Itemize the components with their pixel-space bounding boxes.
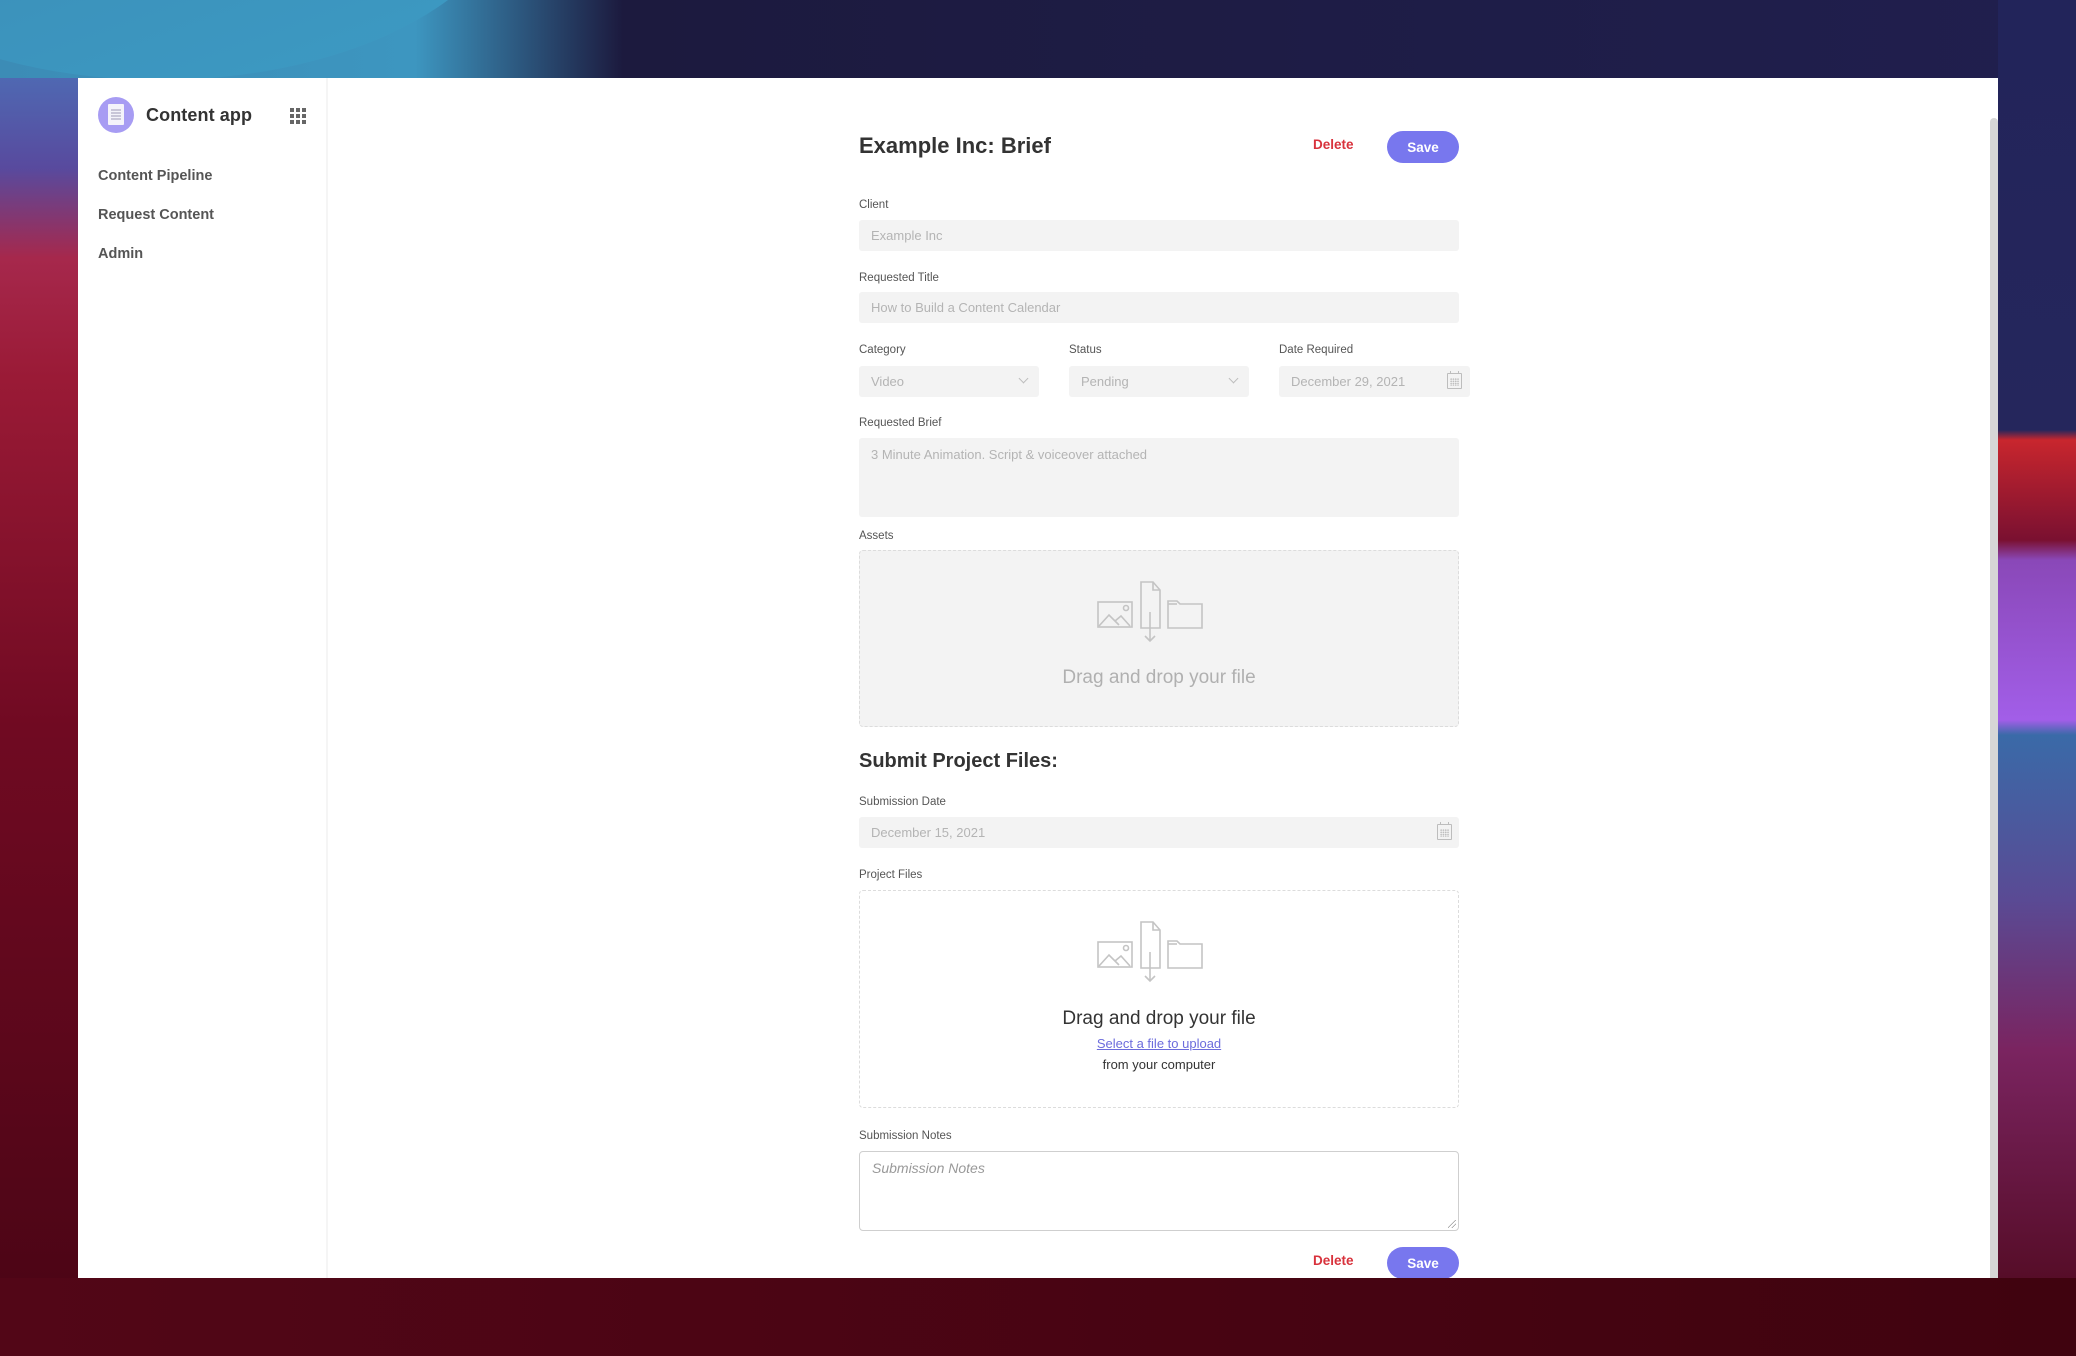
date-required-field[interactable]: December 29, 2021 (1279, 366, 1470, 397)
status-value: Pending (1081, 374, 1129, 389)
desktop-wallpaper-bottom (0, 1278, 2076, 1356)
form-footer: Delete Save (859, 1247, 1459, 1278)
grid-icon[interactable] (290, 108, 306, 124)
chevron-down-icon (1228, 373, 1239, 384)
submission-notes-textarea[interactable]: Submission Notes (859, 1151, 1459, 1231)
calendar-icon[interactable] (1447, 371, 1462, 389)
assets-dropzone[interactable]: Drag and drop your file (859, 550, 1459, 727)
project-files-subtext: from your computer (1102, 1057, 1216, 1072)
status-select[interactable]: Pending (1069, 366, 1249, 397)
assets-label: Assets (859, 530, 894, 542)
submission-notes-placeholder: Submission Notes (872, 1160, 985, 1176)
client-field[interactable]: Example Inc (859, 220, 1459, 251)
chevron-down-icon (1018, 373, 1029, 384)
date-required-label: Date Required (1279, 344, 1354, 356)
app-window: Content app Content Pipeline Request Con… (78, 78, 1998, 1278)
requested-title-label: Requested Title (859, 272, 939, 284)
project-files-dropzone[interactable]: Drag and drop your file Select a file to… (859, 890, 1459, 1108)
project-files-drop-text: Drag and drop your file (1062, 1008, 1256, 1029)
sidebar: Content app Content Pipeline Request Con… (78, 78, 328, 1278)
requested-title-field[interactable]: How to Build a Content Calendar (859, 292, 1459, 323)
sidebar-nav: Content Pipeline Request Content Admin (98, 166, 214, 283)
delete-button[interactable]: Delete (1313, 137, 1354, 152)
submission-date-field[interactable]: December 15, 2021 (859, 817, 1459, 848)
date-required-value: December 29, 2021 (1291, 374, 1406, 389)
footer-delete-button[interactable]: Delete (1313, 1253, 1354, 1268)
sidebar-item-admin[interactable]: Admin (98, 244, 214, 283)
calendar-icon[interactable] (1437, 822, 1452, 840)
status-label: Status (1069, 344, 1102, 356)
client-value: Example Inc (871, 228, 943, 243)
save-button[interactable]: Save (1387, 131, 1459, 163)
project-files-label: Project Files (859, 869, 923, 881)
scrollbar[interactable] (1990, 118, 1998, 1278)
requested-brief-field[interactable]: 3 Minute Animation. Script & voiceover a… (859, 438, 1459, 517)
client-label: Client (859, 199, 889, 211)
app-name: Content app (146, 104, 253, 125)
requested-brief-value: 3 Minute Animation. Script & voiceover a… (871, 447, 1148, 462)
desktop-wallpaper-left (0, 78, 78, 1278)
assets-drop-text: Drag and drop your file (1062, 667, 1256, 688)
submission-date-value: December 15, 2021 (871, 825, 986, 840)
submission-date-label: Submission Date (859, 796, 946, 808)
select-file-link[interactable]: Select a file to upload (860, 1036, 1458, 1051)
document-icon (98, 97, 134, 133)
sidebar-item-content-pipeline[interactable]: Content Pipeline (98, 166, 214, 205)
requested-title-value: How to Build a Content Calendar (871, 300, 1061, 315)
page-title: Example Inc: Brief (859, 133, 1051, 158)
footer-save-button[interactable]: Save (1387, 1247, 1459, 1278)
form-header: Example Inc: Brief Delete Save (859, 131, 1459, 163)
brand[interactable]: Content app (98, 97, 252, 133)
category-label: Category (859, 344, 906, 356)
file-upload-icon (1097, 921, 1203, 983)
requested-brief-label: Requested Brief (859, 417, 942, 429)
submit-section-title: Submit Project Files: (859, 750, 1058, 772)
file-upload-icon (1097, 581, 1203, 643)
desktop-wallpaper-right (1998, 0, 2076, 1356)
submission-notes-label: Submission Notes (859, 1130, 952, 1142)
resize-handle-icon[interactable] (1448, 1220, 1456, 1228)
sidebar-item-request-content[interactable]: Request Content (98, 205, 214, 244)
category-value: Video (871, 374, 905, 389)
category-select[interactable]: Video (859, 366, 1039, 397)
